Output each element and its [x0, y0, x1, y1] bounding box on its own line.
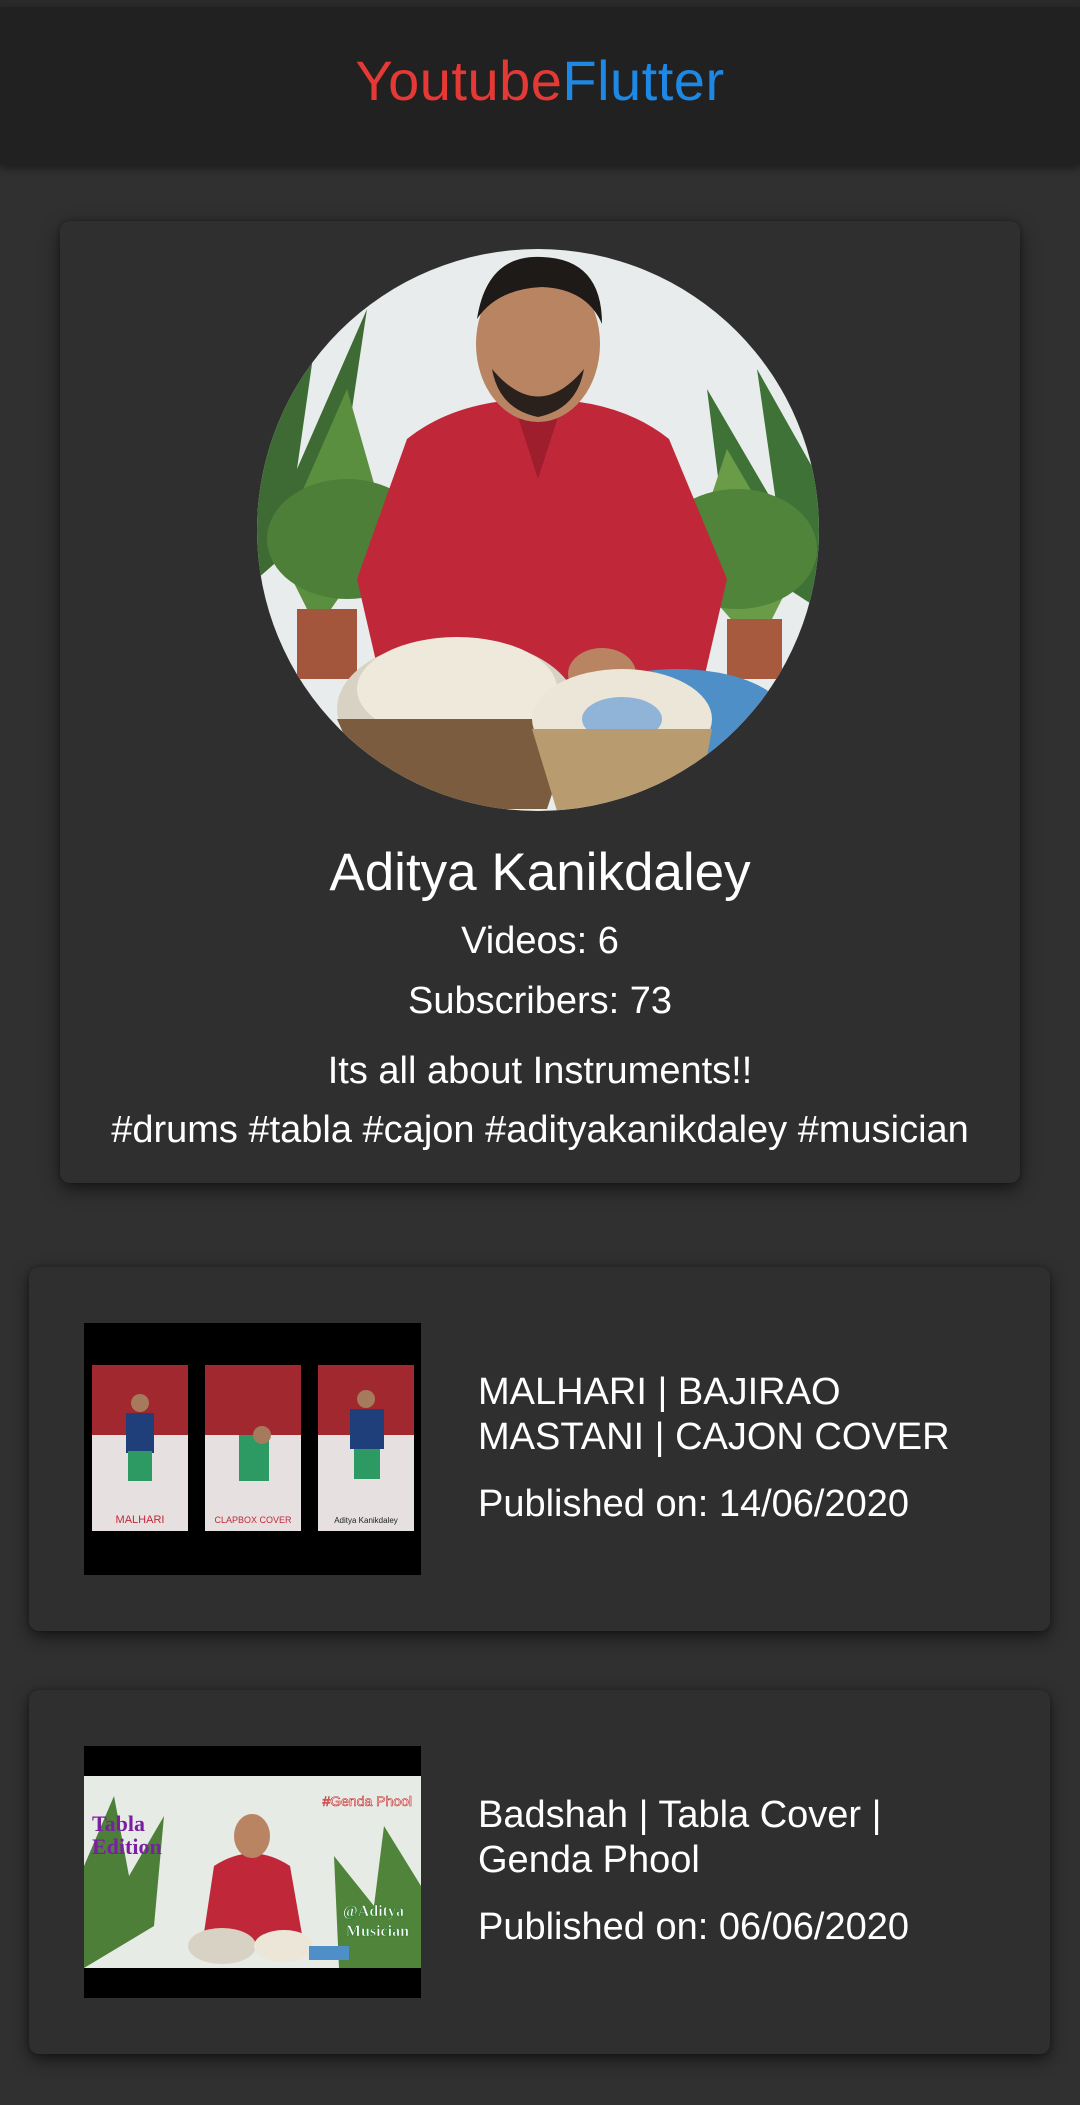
video-list-item[interactable]: MALHARI CLAPBOX COVER Aditya Kanikdaley …: [29, 1267, 1050, 1631]
thumb-caption-musician: Musician: [346, 1923, 409, 1940]
app-title-flutter: Flutter: [562, 48, 725, 112]
app-title-youtube: Youtube: [355, 48, 563, 112]
video-publish-date: Published on: 06/06/2020: [478, 1906, 910, 1948]
channel-profile-card: Aditya Kanikdaley Videos: 6 Subscribers:…: [60, 221, 1020, 1183]
video-thumbnail[interactable]: Tabla Edition #Genda Phool @Aditya Music…: [84, 1746, 421, 1998]
app-title: YoutubeFlutter: [355, 48, 724, 113]
channel-description: Its all about Instruments!!: [327, 1050, 753, 1092]
channel-name: Aditya Kanikdaley: [329, 843, 751, 902]
video-title: MALHARI | BAJIRAO MASTANI | CAJON COVER: [478, 1371, 950, 1458]
thumb-caption-1: MALHARI: [116, 1514, 165, 1526]
video-thumbnail[interactable]: MALHARI CLAPBOX COVER Aditya Kanikdaley: [84, 1323, 421, 1575]
thumb-caption-2: CLAPBOX COVER: [214, 1515, 292, 1525]
channel-hashtags: #drums #tabla #cajon #adityakanikdaley #…: [111, 1109, 969, 1151]
channel-avatar: [257, 249, 819, 811]
thumb-caption-aditya: @Aditya: [343, 1903, 404, 1920]
thumb-caption-3: Aditya Kanikdaley: [334, 1516, 398, 1525]
app-bar: YoutubeFlutter: [0, 7, 1080, 165]
status-bar: [0, 0, 1080, 7]
video-list-item[interactable]: Tabla Edition #Genda Phool @Aditya Music…: [29, 1690, 1050, 2054]
thumb-caption-genda: #Genda Phool: [322, 1793, 412, 1809]
thumb-caption-edition: Edition: [92, 1834, 162, 1859]
video-title: Badshah | Tabla Cover | Genda Phool: [478, 1794, 882, 1881]
video-publish-date: Published on: 14/06/2020: [478, 1483, 910, 1525]
video-count: Videos: 6: [461, 920, 619, 962]
thumb-caption-tabla: Tabla: [92, 1811, 145, 1836]
subscriber-count: Subscribers: 73: [407, 980, 672, 1022]
